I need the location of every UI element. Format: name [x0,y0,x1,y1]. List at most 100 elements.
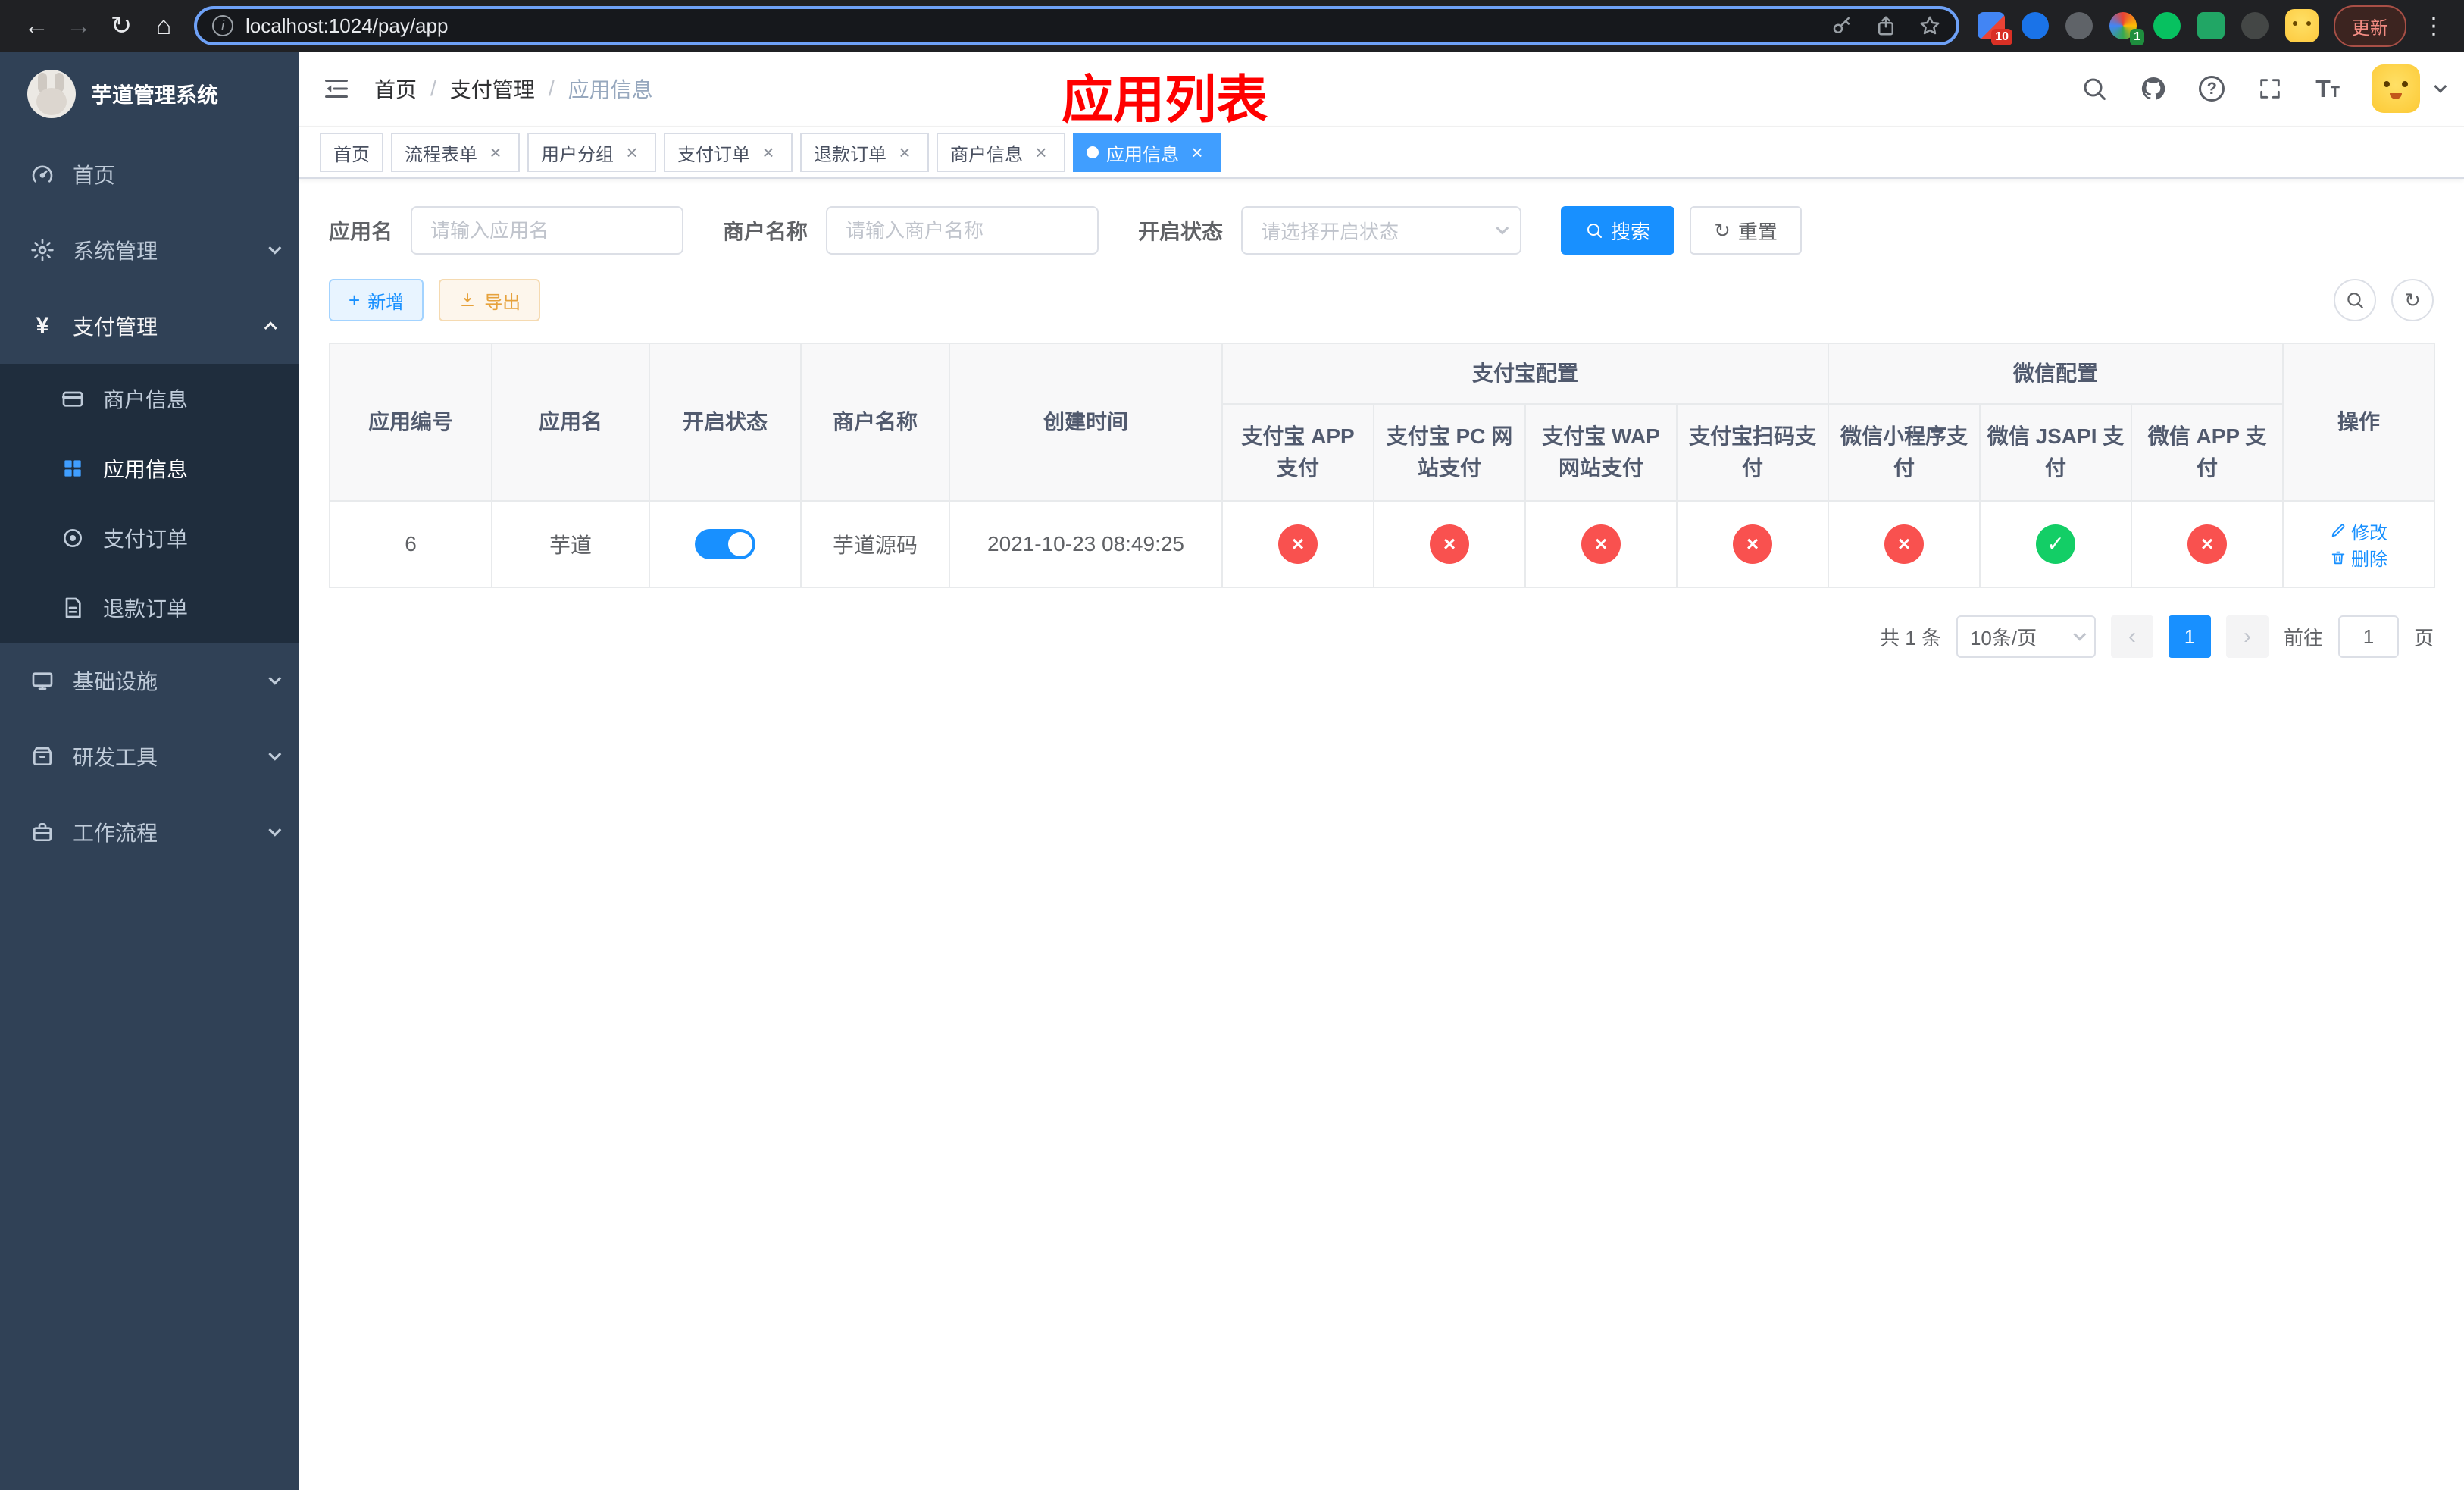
add-button[interactable]: + 新增 [329,279,424,321]
sidebar-item-refund-order[interactable]: 退款订单 [0,573,299,643]
sidebar-item-home[interactable]: 首页 [0,136,299,212]
breadcrumb-home[interactable]: 首页 [374,74,417,104]
refresh-table-button[interactable]: ↻ [2391,279,2434,321]
help-icon[interactable]: ? [2199,76,2225,102]
password-key-icon[interactable] [1831,14,1853,37]
tab-close-icon[interactable]: × [621,142,643,163]
extension-dark-icon[interactable] [2065,12,2093,39]
search-icon[interactable] [2081,75,2108,102]
sidebar-item-payment[interactable]: ¥ 支付管理 [0,288,299,364]
status-toggle[interactable] [695,529,755,559]
pagination-total: 共 1 条 [1880,626,1941,650]
search-button[interactable]: 搜索 [1561,206,1675,255]
extension-green-circle-icon[interactable] [2153,12,2181,39]
col-header-alipay-qr: 支付宝扫码支付 [1675,403,1830,502]
tab-close-icon[interactable]: × [894,142,915,163]
download-icon [461,293,474,306]
cell-alipay-app: × [1221,500,1374,588]
user-avatar[interactable] [2372,64,2420,113]
github-icon[interactable] [2140,75,2167,102]
screen: ← → ↻ ⌂ i localhost:1024/pay/app 10 1 更新… [0,0,2464,1490]
sidebar-item-app-info[interactable]: 应用信息 [0,434,299,503]
sidebar-fold-icon[interactable] [299,51,374,127]
group-header-alipay: 支付宝配置 [1221,343,1830,405]
main-area: 首页 / 支付管理 / 应用信息 应用列表 ? T T 首页 流程表单 × 用户… [299,52,2464,1490]
chrome-update-button[interactable]: 更新 [2334,5,2406,47]
sidebar-item-system[interactable]: 系统管理 [0,212,299,288]
tab-home[interactable]: 首页 [320,133,383,172]
refresh-icon: ↻ [2404,289,2421,311]
config-status-icon: × [1733,524,1772,564]
yuan-icon: ¥ [36,313,49,338]
cell-alipay-wap: × [1524,500,1678,588]
tab-app-info[interactable]: 应用信息 × [1073,133,1221,172]
bookmark-star-icon[interactable] [1918,14,1941,37]
home-icon[interactable]: ⌂ [142,5,185,47]
merchant-name-input[interactable] [826,206,1099,255]
briefcase-icon [33,823,52,841]
table-row: 6 芋道 芋道源码 2021-10-23 08:49:25 × × × × × … [329,500,2436,588]
site-info-icon[interactable]: i [212,15,233,36]
col-header-alipay-app: 支付宝 APP 支付 [1221,403,1374,502]
cell-actions: 修改 删除 [2282,500,2436,588]
address-bar[interactable]: i localhost:1024/pay/app [194,6,1959,45]
tab-process-form[interactable]: 流程表单 × [391,133,520,172]
page-number-1[interactable]: 1 [2168,615,2211,658]
url-text[interactable]: localhost:1024/pay/app [245,14,1831,38]
back-icon[interactable]: ← [15,5,58,47]
extension-emoji-icon[interactable] [2285,9,2319,42]
chevron-down-icon [2073,628,2087,641]
sidebar-item-pay-order[interactable]: 支付订单 [0,503,299,573]
forward-icon[interactable]: → [58,5,100,47]
tab-close-icon[interactable]: × [1030,142,1052,163]
app-name-label: 应用名 [329,220,393,243]
breadcrumb-payment[interactable]: 支付管理 [450,74,535,104]
share-icon[interactable] [1875,14,1897,37]
extension-droplet-icon[interactable] [2022,12,2049,39]
tab-refund-order[interactable]: 退款订单 × [800,133,929,172]
extension-pin-icon[interactable] [2241,12,2269,39]
extensions-strip: 10 1 [1978,9,2319,45]
status-select[interactable]: 请选择开启状态 [1241,206,1522,255]
sidebar-item-merchant-info[interactable]: 商户信息 [0,364,299,434]
extension-blue-red-icon[interactable]: 10 [1978,12,2012,45]
avatar-caret-icon[interactable] [2434,80,2447,93]
col-header-status: 开启状态 [649,343,802,502]
browser-menu-icon[interactable]: ⋮ [2419,13,2449,39]
cell-alipay-qr: × [1675,500,1830,588]
edit-button[interactable]: 修改 [2330,518,2387,544]
sidebar-logo[interactable]: 芋道管理系统 [0,52,299,136]
goto-page-input[interactable] [2337,615,2399,658]
tab-close-icon[interactable]: × [758,142,779,163]
pencil-icon [2331,524,2345,537]
page-title-annotation: 应用列表 [1062,71,1268,129]
chevron-down-icon [1496,221,1509,235]
sidebar-item-workflow[interactable]: 工作流程 [0,794,299,870]
app-name-input[interactable] [411,206,684,255]
next-page-button[interactable]: › [2225,615,2269,658]
group-header-wechat: 微信配置 [1828,343,2284,405]
tab-merchant-info[interactable]: 商户信息 × [937,133,1065,172]
toggle-search-button[interactable] [2334,279,2376,321]
page-size-select[interactable]: 10条/页 [1956,615,2096,658]
reset-button[interactable]: ↻ 重置 [1690,206,1802,255]
prev-page-button[interactable]: ‹ [2110,615,2153,658]
tab-pay-order[interactable]: 支付订单 × [664,133,793,172]
sidebar-item-infra[interactable]: 基础设施 [0,643,299,718]
tab-close-icon[interactable]: × [1187,142,1208,163]
logo-rabbit-icon [27,70,76,118]
extension-green-square-icon[interactable] [2197,12,2225,39]
extension-badge: 1 [2130,29,2144,45]
chevron-down-icon [268,241,282,255]
tab-user-group[interactable]: 用户分组 × [527,133,656,172]
goto-suffix: 页 [2413,626,2434,650]
fullscreen-icon[interactable] [2256,75,2284,102]
export-button[interactable]: 导出 [439,279,541,321]
reload-icon[interactable]: ↻ [100,5,142,47]
delete-button[interactable]: 删除 [2330,544,2387,571]
col-header-alipay-wap: 支付宝 WAP 网站支付 [1524,403,1678,502]
font-size-icon[interactable]: TT [2315,75,2340,103]
sidebar-item-dev-tools[interactable]: 研发工具 [0,718,299,794]
tab-close-icon[interactable]: × [485,142,506,163]
extension-avatar-icon[interactable]: 1 [2109,12,2144,45]
